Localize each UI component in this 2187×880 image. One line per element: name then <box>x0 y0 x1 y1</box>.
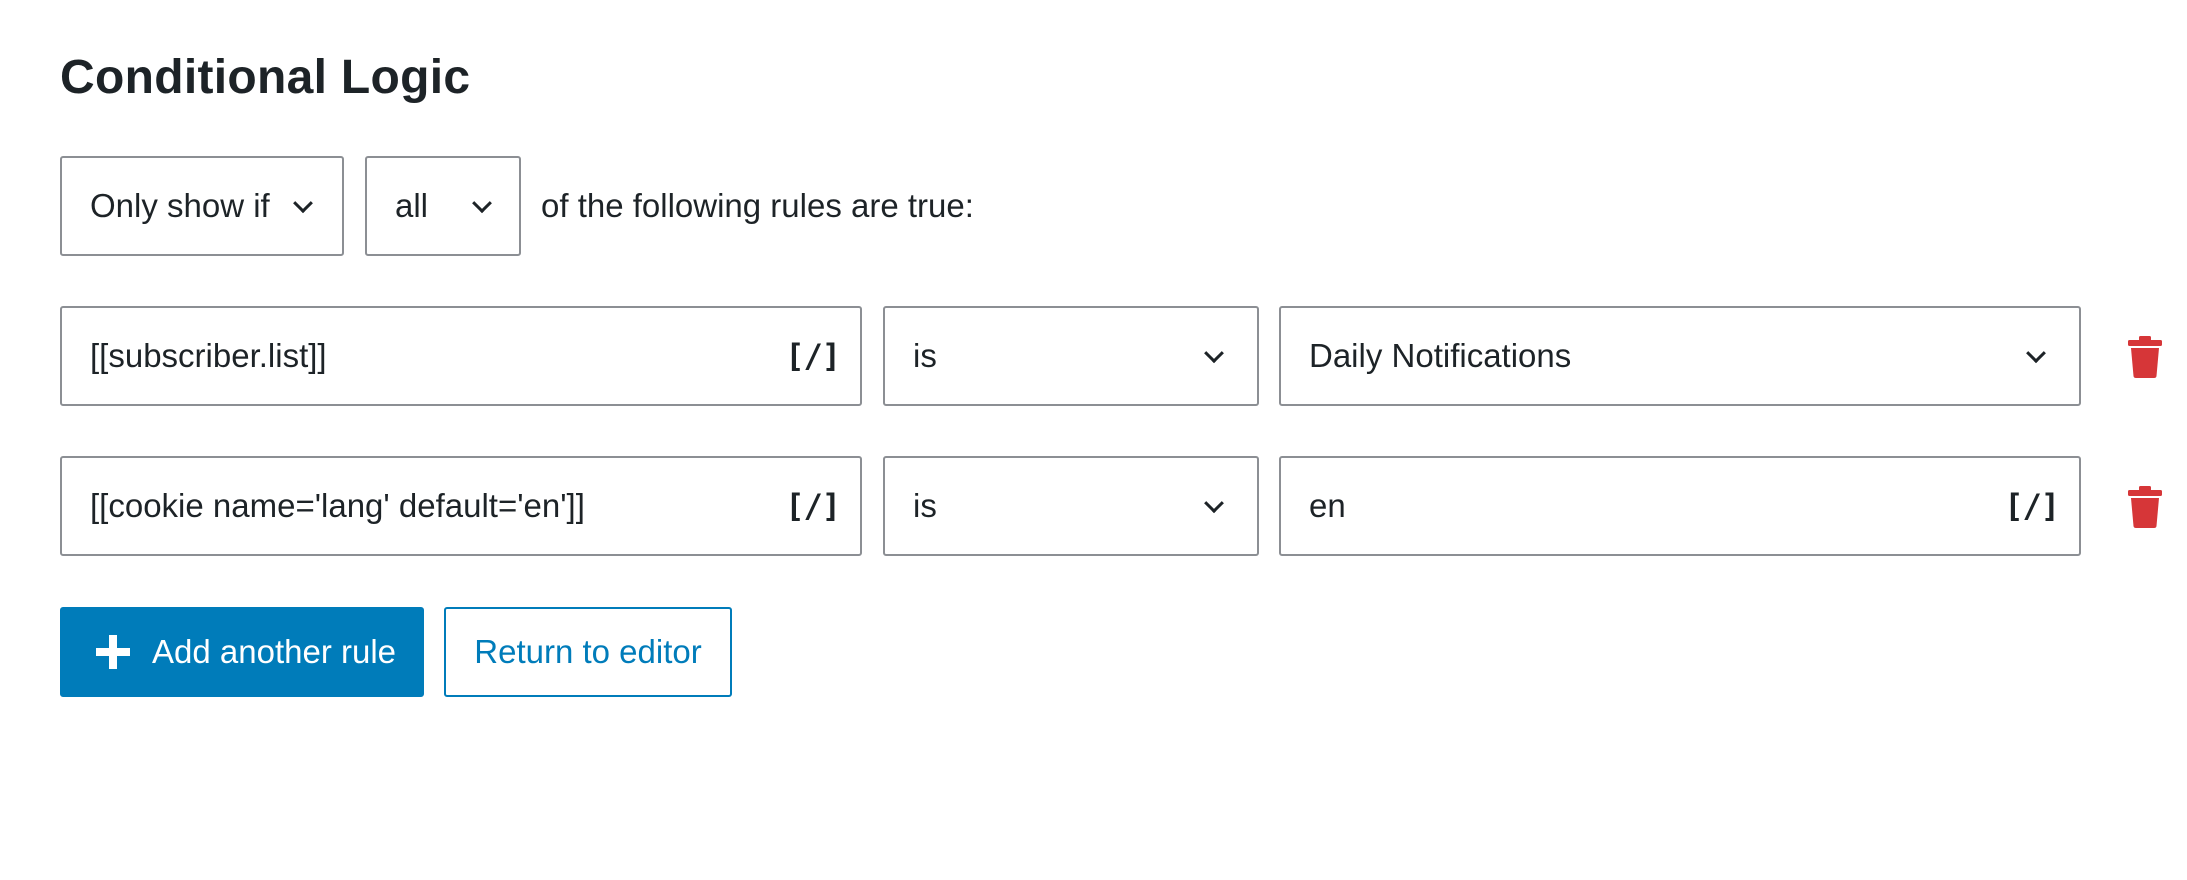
visibility-select-value: Only show if <box>90 187 270 224</box>
shortcode-picker-icon[interactable]: [/] <box>785 337 841 375</box>
page-title: Conditional Logic <box>60 51 471 104</box>
delete-rule-trash-icon[interactable] <box>2128 336 2162 378</box>
chevron-down-icon <box>1204 493 1224 514</box>
plus-icon <box>96 635 130 669</box>
rule-value-input[interactable]: en [/] <box>1279 456 2081 556</box>
match-select-value: all <box>395 187 429 224</box>
chevron-down-icon <box>293 193 313 214</box>
chevron-down-icon <box>1204 343 1224 364</box>
rule-field-input[interactable]: [[subscriber.list]] [/] <box>60 306 862 406</box>
return-to-editor-button[interactable]: Return to editor <box>444 607 732 697</box>
rule-operator-value: is <box>913 487 937 524</box>
chevron-down-icon <box>2026 343 2046 364</box>
shortcode-picker-icon[interactable]: [/] <box>2004 487 2060 525</box>
match-select[interactable]: all <box>365 156 521 256</box>
chevron-down-icon <box>472 193 492 214</box>
return-to-editor-label: Return to editor <box>474 633 702 670</box>
shortcode-picker-icon[interactable]: [/] <box>785 487 841 525</box>
delete-rule-trash-icon[interactable] <box>2128 486 2162 528</box>
add-rule-button[interactable]: Add another rule <box>60 607 424 697</box>
rules-suffix-text: of the following rules are true: <box>541 187 974 224</box>
rule-operator-select[interactable]: is <box>883 306 1259 406</box>
rule-field-value: [[cookie name='lang' default='en']] <box>90 487 585 524</box>
rule-operator-value: is <box>913 337 937 374</box>
rule-operator-select[interactable]: is <box>883 456 1259 556</box>
rule-field-value: [[subscriber.list]] <box>90 337 327 374</box>
rule-value-value: en <box>1309 487 1346 524</box>
add-rule-button-label: Add another rule <box>152 633 397 670</box>
visibility-select[interactable]: Only show if <box>60 156 344 256</box>
rule-field-input[interactable]: [[cookie name='lang' default='en']] [/] <box>60 456 862 556</box>
rule-value-value: Daily Notifications <box>1309 337 1572 374</box>
rule-value-select[interactable]: Daily Notifications <box>1279 306 2081 406</box>
